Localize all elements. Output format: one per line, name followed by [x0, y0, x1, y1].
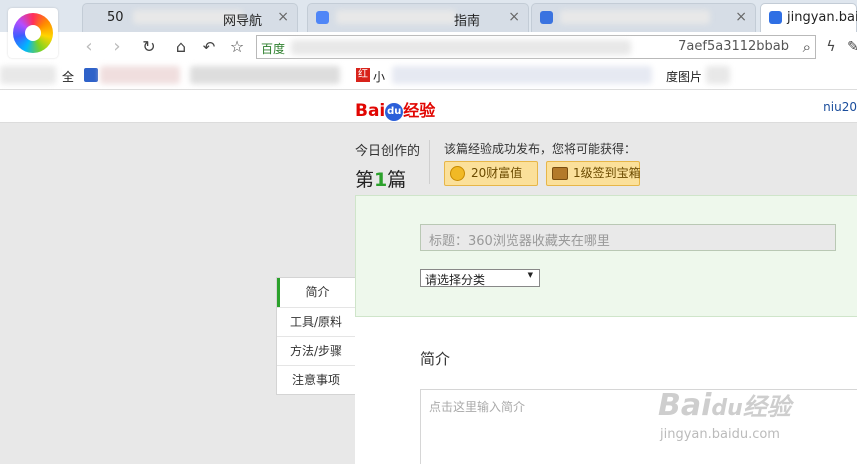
sidenav-item-intro[interactable]: 简介 [277, 278, 355, 307]
chevron-down-icon: ▼ [527, 271, 533, 279]
sidenav-item-notes[interactable]: 注意事项 [277, 365, 355, 394]
blurred-region [100, 66, 180, 84]
wealth-badge: 20财富值 [444, 161, 538, 186]
sidenav-item-steps[interactable]: 方法/步骤 [277, 336, 355, 365]
logo-text-bai: Bai [355, 101, 386, 121]
browser-navbar: ‹ › ↻ ⌂ ↶ ☆ 百度 7aef5a3112bbab ⌕ ϟ ✎ [0, 32, 857, 62]
badge-label: 20财富值 [471, 166, 523, 180]
bookmark-item[interactable]: 全 [62, 68, 74, 85]
search-icon[interactable]: ⌕ [803, 38, 811, 56]
close-icon[interactable]: × [277, 9, 289, 25]
back-icon[interactable]: ‹ [78, 36, 100, 58]
logo-text-jingyan: 经验 [403, 101, 436, 120]
watermark-text: Baidu经验 [658, 388, 791, 423]
blurred-region [706, 66, 730, 84]
tab-title: jingyan.baid [787, 10, 857, 25]
treasure-chest-icon [552, 167, 568, 180]
bookmark-item[interactable]: 小 [373, 68, 385, 85]
divider [429, 140, 430, 184]
home-icon[interactable]: ⌂ [170, 36, 192, 58]
blurred-region [0, 66, 56, 84]
category-select[interactable]: 请选择分类 ▼ [420, 269, 540, 287]
browser-tab-active[interactable]: jingyan.baid [760, 3, 857, 32]
today-label: 今日创作的 [355, 144, 421, 159]
watermark-url: jingyan.baidu.com [660, 427, 780, 442]
browser-tab-bar: 50 网导航 × 指南 × × jingyan.baid [0, 0, 857, 32]
sidenav-item-tools[interactable]: 工具/原料 [277, 307, 355, 336]
baidu-paw-icon [316, 11, 329, 24]
undo-icon[interactable]: ↶ [198, 36, 220, 58]
browser-tab[interactable]: 50 网导航 × [82, 3, 298, 32]
title-form-panel [355, 195, 857, 317]
chest-badge: 1级签到宝箱 [546, 161, 641, 186]
address-label: 百度 [261, 42, 286, 56]
address-text: 7aef5a3112bbab [678, 39, 789, 54]
blurred-region [190, 66, 340, 84]
browser-swirl-icon [13, 13, 53, 53]
tab-title: 50 [107, 10, 124, 25]
user-name[interactable]: niu20 [823, 100, 857, 114]
blurred-region [392, 66, 652, 84]
baidu-watermark: Baidu经验 jingyan.baidu.com [650, 377, 857, 464]
tab-title: 网导航 [223, 14, 263, 29]
star-icon[interactable]: ☆ [226, 36, 248, 58]
close-icon[interactable]: × [508, 9, 520, 25]
logo-paw-icon: du [385, 103, 404, 121]
section-title: 简介 [420, 350, 451, 368]
lightning-icon[interactable]: ϟ [820, 36, 842, 58]
tools-icon[interactable]: ✎ [842, 36, 857, 58]
title-input[interactable]: 标题：360浏览器收藏夹在哪里 [420, 224, 836, 251]
bookmarks-bar: 全 红 小 度图片 [0, 62, 857, 90]
baidu-paw-icon [84, 68, 98, 82]
section-sidenav: 简介 工具/原料 方法/步骤 注意事项 [276, 277, 355, 395]
forward-icon[interactable]: › [106, 36, 128, 58]
select-value: 请选择分类 [425, 273, 486, 287]
baidu-paw-icon [769, 11, 782, 24]
count-prefix: 第 [355, 169, 375, 191]
bookmark-item[interactable]: 度图片 [666, 68, 702, 85]
browser-tab[interactable]: × [531, 3, 756, 32]
bookmark-red-icon: 红 [356, 68, 370, 82]
address-bar[interactable]: 百度 7aef5a3112bbab ⌕ [256, 35, 816, 59]
baidu-paw-icon [540, 11, 553, 24]
reward-text: 该篇经验成功发布，您将可能获得： [444, 142, 637, 156]
baidu-jingyan-logo[interactable]: Bai du 经验 [355, 97, 435, 121]
badge-label: 1级签到宝箱 [573, 166, 641, 180]
blurred-region [560, 10, 710, 24]
count-suffix: 篇 [387, 169, 407, 191]
close-icon[interactable]: × [735, 9, 747, 25]
blurred-region [291, 40, 631, 55]
tab-title: 指南 [454, 14, 481, 29]
count-number: 1 [374, 169, 388, 191]
reload-icon[interactable]: ↻ [138, 36, 160, 58]
browser-tab[interactable]: 指南 × [307, 3, 529, 32]
coin-icon [450, 166, 465, 181]
blurred-region [336, 10, 456, 24]
count-line: 第1篇 [355, 165, 420, 192]
site-header: Bai du 经验 niu20 [0, 90, 857, 123]
browser-logo[interactable] [8, 8, 58, 58]
creation-count: 今日创作的 第1篇 [355, 140, 420, 192]
